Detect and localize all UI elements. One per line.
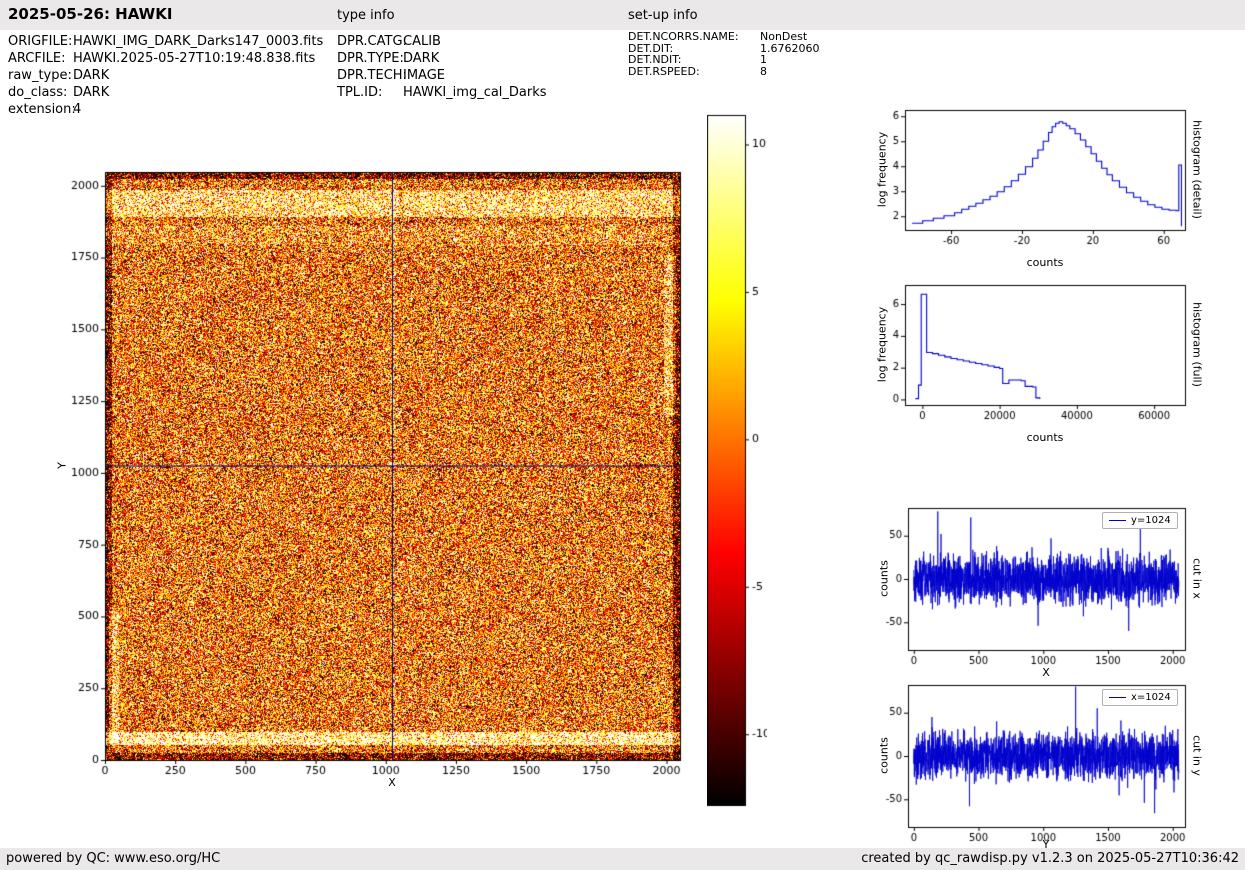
legend-line-sample [1109,520,1126,521]
meta-value: IMAGE [403,68,446,83]
cut-y-yaxis-label: counts [877,737,891,774]
colorbar [707,112,767,812]
dark-frame-image-plot [48,158,708,803]
header-bar: 2025-05-26: HAWKI type info set-up info [0,0,1245,30]
meta-row: do_class: DARK [8,84,323,101]
meta-value: HAWKI_img_cal_Darks [403,85,547,100]
meta-row: DET.NDIT: 1 [628,54,820,66]
meta-value: 8 [760,64,767,78]
file-info-block: ORIGFILE:HAWKI_IMG_DARK_Darks147_0003.fi… [8,33,323,118]
footer-created-by: created by qc_rawdisp.py v1.2.3 on 2025-… [861,851,1239,866]
meta-row: TPL.ID: HAWKI_img_cal_Darks [337,84,547,101]
meta-label: DET.NCORRS.NAME: [628,30,739,43]
meta-value: DARK [403,51,440,66]
cut-x-side-label: cut in x [1190,558,1204,599]
meta-value: CALIB [403,34,441,49]
legend-label: y=1024 [1131,515,1171,526]
meta-row: DET.RSPEED: 8 [628,64,820,78]
cut-y-side-label: cut in y [1190,735,1204,776]
meta-label: do_class: [8,85,68,100]
footer-bar: powered by QC: www.eso.org/HC created by… [0,848,1245,870]
histogram-detail-plot [866,96,1202,262]
legend-line-sample [1109,697,1126,698]
meta-label: DPR.TYPE: [337,51,404,66]
meta-row: DPR.TYPE:DARK [337,50,547,67]
hist-detail-side-label: histogram (detail) [1190,120,1204,219]
page-title: 2025-05-26: HAWKI [8,5,173,23]
meta-value: HAWKI.2025-05-27T10:19:48.838.fits [73,51,316,66]
meta-label: ARCFILE: [8,51,66,66]
meta-row: ARCFILE: HAWKI.2025-05-27T10:19:48.838.fi… [8,50,323,67]
hist-full-side-label: histogram (full) [1190,302,1204,387]
meta-label: TPL.ID: [337,85,383,100]
meta-value: DARK [73,85,110,100]
hist-full-xaxis-label: counts [1026,431,1064,444]
meta-value: DARK [73,68,110,83]
meta-label: raw_type: [8,68,72,83]
hist-full-yaxis-label: log frequency [875,306,889,383]
meta-label: DET.NDIT: [628,53,682,66]
meta-row: raw_type:DARK [8,67,323,84]
meta-row: ORIGFILE:HAWKI_IMG_DARK_Darks147_0003.fi… [8,33,323,50]
meta-label: DPR.TECH: [337,68,407,83]
cut-y-legend: x=1024 [1102,689,1178,706]
meta-row: extension:4 [8,101,323,118]
main-yaxis-label: Y [55,462,69,469]
meta-label: DET.RSPEED: [628,64,700,78]
hist-detail-yaxis-label: log frequency [875,131,889,208]
meta-value: HAWKI_IMG_DARK_Darks147_0003.fits [73,34,324,49]
cut-x-legend: y=1024 [1102,512,1178,529]
cut-x-yaxis-label: counts [877,560,891,597]
meta-label: ORIGFILE: [8,34,73,49]
meta-label: extension: [8,102,76,117]
hist-detail-xaxis-label: counts [1026,256,1064,269]
footer-powered-by: powered by QC: www.eso.org/HC [6,851,221,866]
section-title-setup-info: set-up info [628,8,698,23]
section-title-type-info: type info [337,8,395,23]
meta-row: DPR.CATG:CALIB [337,33,547,50]
meta-value: 4 [73,102,82,117]
type-info-block: DPR.CATG:CALIB DPR.TYPE:DARK DPR.TECH:IM… [337,33,547,101]
legend-label: x=1024 [1131,692,1171,703]
histogram-full-plot [866,271,1202,437]
meta-value: 1.6762060 [760,41,820,55]
meta-label: DPR.CATG: [337,34,407,49]
meta-row: DPR.TECH:IMAGE [337,67,547,84]
main-xaxis-label: X [388,776,396,789]
setup-info-block: DET.NCORRS.NAME: NonDest DET.DIT: 1.676206… [628,31,820,77]
